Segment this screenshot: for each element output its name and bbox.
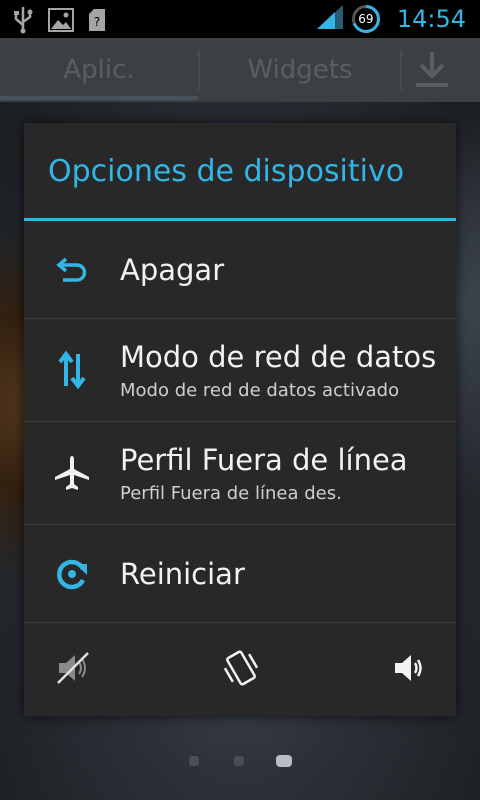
page-dot [189, 756, 199, 766]
menu-item-status: Modo de red de datos activado [120, 379, 400, 401]
silent-mode-icon[interactable] [56, 651, 90, 689]
menu-item-label: Modo de red de datos [120, 339, 437, 374]
signal-icon [315, 3, 345, 35]
menu-item-status: Perfil Fuera de línea des. [120, 482, 342, 504]
menu-item-power-off[interactable]: Apagar [24, 221, 456, 319]
page-dot [234, 756, 244, 766]
page-dot-active [276, 755, 292, 767]
device-options-dialog: Opciones de dispositivo Apagar Modo de r… [24, 123, 456, 716]
dialog-title: Opciones de dispositivo [24, 123, 456, 221]
menu-item-airplane-mode[interactable]: Perfil Fuera de línea Perfil Fuera de lí… [24, 422, 456, 525]
sound-mode-row [24, 623, 456, 717]
sound-on-icon[interactable] [392, 651, 426, 689]
battery-level: 69 [358, 12, 374, 26]
menu-item-label: Perfil Fuera de línea [120, 442, 408, 477]
clock: 14:54 [396, 5, 466, 33]
battery-indicator: 69 [351, 4, 381, 34]
restart-icon [24, 525, 120, 622]
menu-item-label: Reiniciar [120, 556, 245, 591]
page-indicator [0, 753, 480, 769]
menu-item-data-mode[interactable]: Modo de red de datos Modo de red de dato… [24, 319, 456, 422]
vibrate-mode-icon[interactable] [222, 648, 260, 692]
status-bar: ? 69 14:54 [0, 0, 480, 38]
airplane-icon [24, 422, 120, 524]
image-icon [48, 8, 74, 36]
svg-text:?: ? [94, 15, 100, 29]
menu-item-restart[interactable]: Reiniciar [24, 525, 456, 623]
power-off-icon [24, 221, 120, 318]
usb-icon [12, 6, 34, 38]
data-transfer-icon [24, 319, 120, 421]
menu-item-label: Apagar [120, 252, 225, 287]
sim-icon: ? [88, 8, 106, 36]
